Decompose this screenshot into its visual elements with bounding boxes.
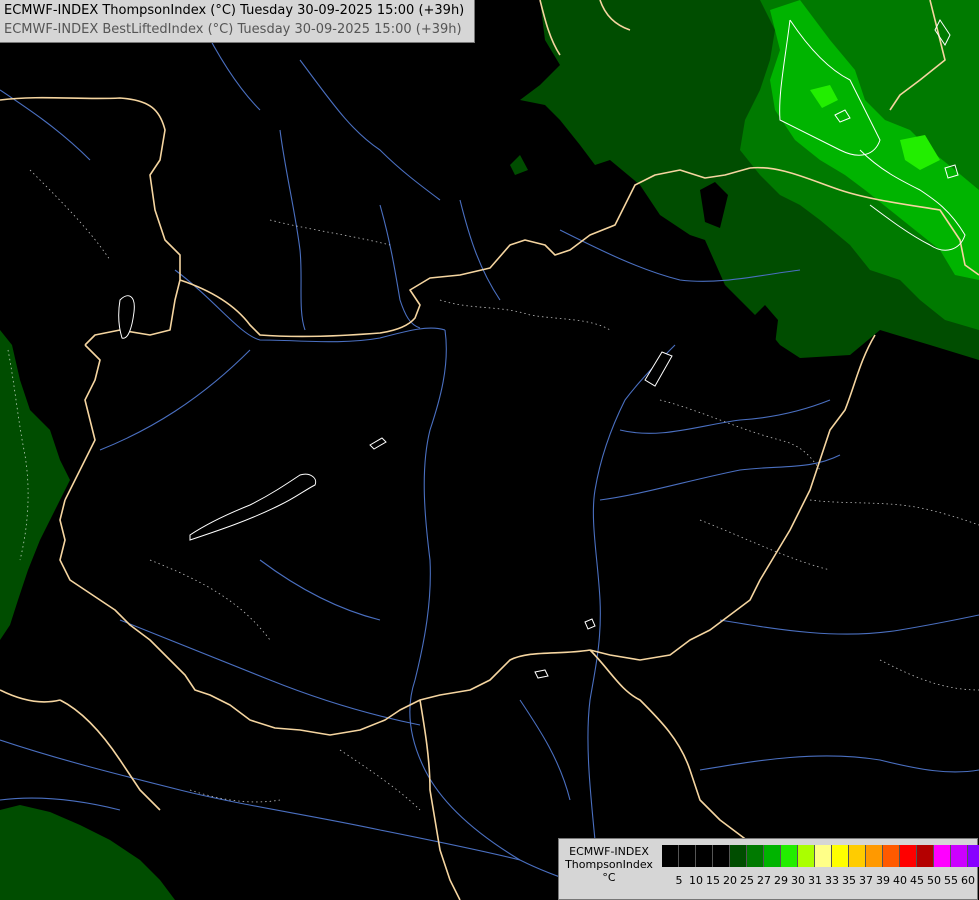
- legend-swatch: [900, 845, 917, 867]
- legend-tick: 27: [757, 874, 771, 887]
- legend-swatch: [832, 845, 849, 867]
- legend-swatch: [747, 845, 764, 867]
- legend-swatch: [713, 845, 730, 867]
- legend-tick: 20: [723, 874, 737, 887]
- legend-tick: 35: [842, 874, 856, 887]
- legend-swatch: [781, 845, 798, 867]
- legend-swatches: [662, 845, 979, 867]
- legend-swatch: [815, 845, 832, 867]
- legend-model: ECMWF-INDEX: [569, 845, 649, 858]
- legend-tick: 29: [774, 874, 788, 887]
- legend-tick: 31: [808, 874, 822, 887]
- legend-tick: 30: [791, 874, 805, 887]
- legend-tick: 60: [961, 874, 975, 887]
- legend-swatch: [679, 845, 696, 867]
- legend-swatch: [662, 845, 679, 867]
- legend-tick: 33: [825, 874, 839, 887]
- legend-tick: 15: [706, 874, 720, 887]
- legend-swatch: [883, 845, 900, 867]
- legend-tick: 37: [859, 874, 873, 887]
- legend-swatch: [968, 845, 979, 867]
- weather-map: [0, 0, 979, 900]
- legend-tick: 25: [740, 874, 754, 887]
- legend-tick: 40: [893, 874, 907, 887]
- title-primary: ECMWF-INDEX ThompsonIndex (°C) Tuesday 3…: [4, 3, 465, 18]
- legend-label: ECMWF-INDEX ThompsonIndex °C: [561, 845, 657, 884]
- legend-unit: °C: [602, 871, 616, 884]
- legend-swatch: [951, 845, 968, 867]
- color-legend: ECMWF-INDEX ThompsonIndex °C 5 10 15 20 25 27…: [558, 838, 979, 900]
- legend-tick: 5: [675, 874, 683, 887]
- legend-tick: 10: [689, 874, 703, 887]
- legend-tick: 55: [944, 874, 958, 887]
- legend-swatch: [696, 845, 713, 867]
- legend-variable: ThompsonIndex: [565, 858, 653, 871]
- title-box: ECMWF-INDEX ThompsonIndex (°C) Tuesday 3…: [0, 0, 475, 43]
- legend-swatch: [849, 845, 866, 867]
- title-secondary: ECMWF-INDEX BestLiftedIndex (°C) Tuesday…: [4, 22, 462, 37]
- legend-swatch: [917, 845, 934, 867]
- legend-swatch: [798, 845, 815, 867]
- legend-tick: 39: [876, 874, 890, 887]
- legend-swatch: [934, 845, 951, 867]
- legend-swatch: [730, 845, 747, 867]
- legend-tick: 45: [910, 874, 924, 887]
- legend-swatch: [866, 845, 883, 867]
- legend-tick: 50: [927, 874, 941, 887]
- legend-swatch: [764, 845, 781, 867]
